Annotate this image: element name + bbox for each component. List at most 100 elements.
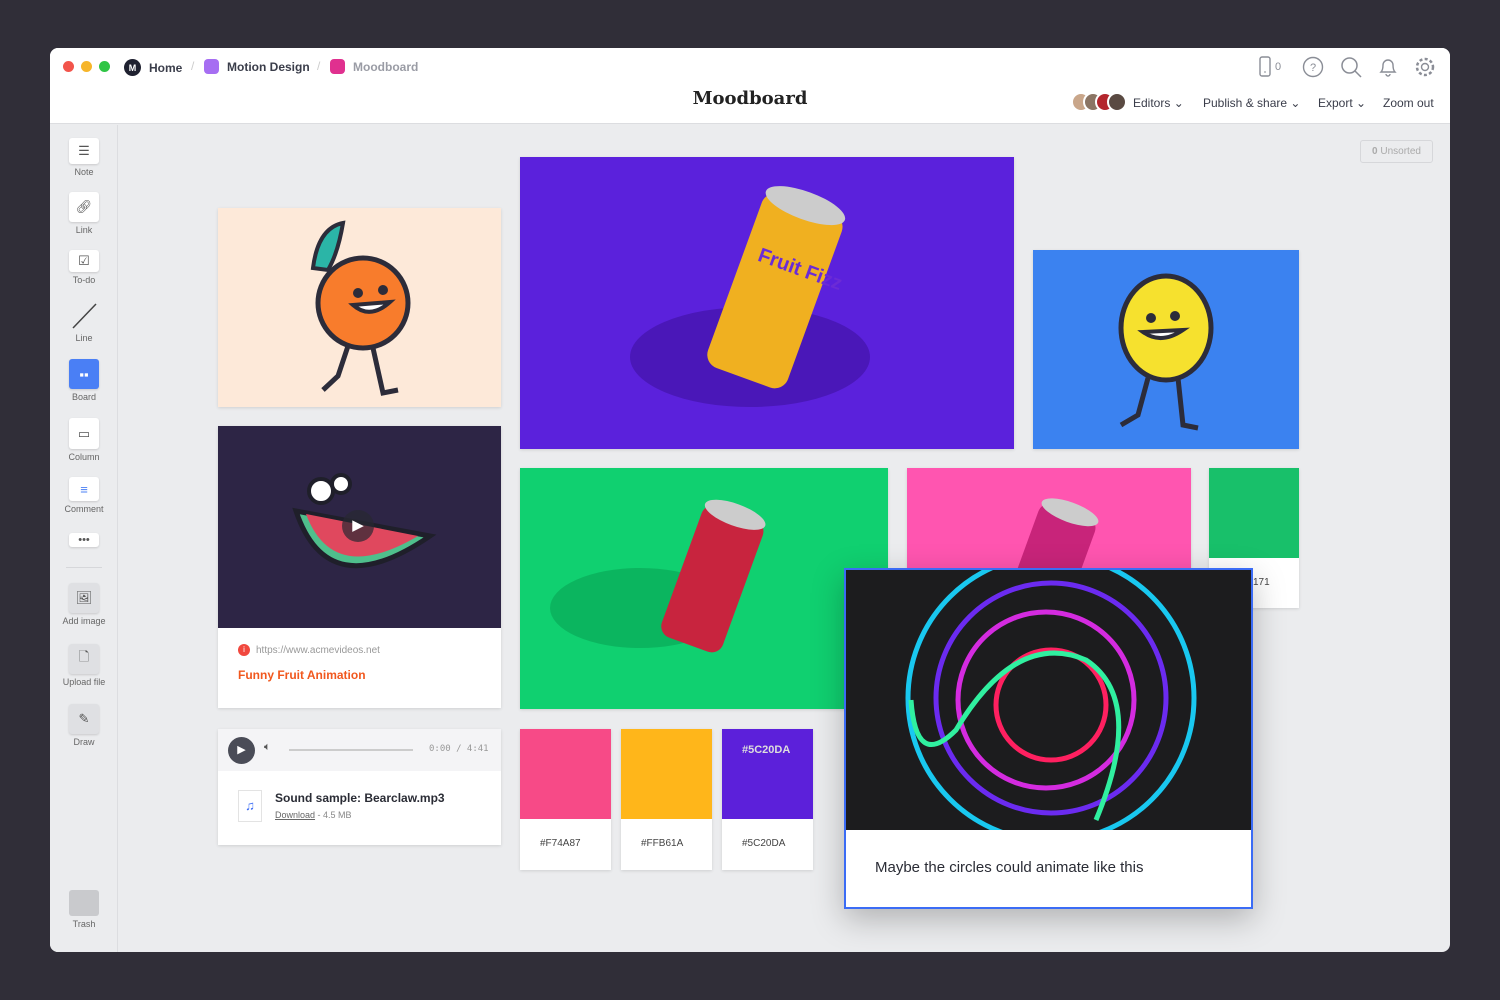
tool-label: Comment [64, 504, 104, 514]
minimize-window-button[interactable] [81, 61, 92, 72]
help-icon[interactable]: ? [1302, 56, 1324, 78]
volume-icon[interactable]: 🔈︎ [264, 741, 271, 754]
board-icon: ▪▪ [69, 359, 99, 389]
color-swatch-card[interactable]: #5C20DA #5C20DA [722, 729, 813, 870]
comment-icon: ≡ [69, 477, 99, 501]
svg-text:?: ? [1310, 62, 1316, 74]
sidebar-toolbar: ☰ Note 🔗︎ Link ☑ To-do Line ▪▪ Board ▭ Column… [50, 125, 118, 952]
tool-label: Board [71, 392, 97, 402]
app-window: M Home / Motion Design / Moodboard Moodbo… [50, 48, 1450, 952]
green-can-image[interactable] [520, 468, 888, 709]
fruit-fizz-can-yellow: Fruit Fizz [630, 186, 870, 407]
line-icon [50, 301, 118, 330]
tool-label: Note [74, 167, 94, 177]
breadcrumb-project-label: Motion Design [227, 59, 310, 74]
pencil-icon: ✎ [69, 704, 99, 734]
breadcrumb-motion-design[interactable]: Motion Design [204, 59, 310, 74]
link-icon: 🔗︎ [69, 192, 99, 222]
video-title[interactable]: Funny Fruit Animation [238, 668, 366, 682]
device-count-label: 0 [1275, 61, 1282, 73]
settings-gear-icon[interactable] [1414, 56, 1436, 78]
tool-link[interactable]: 🔗︎ Link [50, 192, 118, 235]
lemon-character-image[interactable] [1033, 250, 1299, 449]
play-video-button[interactable]: ▶ [342, 510, 374, 542]
divider [66, 567, 102, 568]
tool-add-image[interactable]: 🖼︎ Add image [50, 583, 118, 626]
more-tools-button[interactable]: ••• [50, 533, 118, 550]
close-window-button[interactable] [63, 61, 74, 72]
todo-icon: ☑ [69, 250, 99, 272]
tool-upload-file[interactable]: 🗋 Upload file [50, 644, 118, 687]
video-thumbnail[interactable]: ▶ [218, 426, 501, 628]
audio-player: ▶ 🔈︎ 0:00 / 4:41 [218, 729, 501, 771]
device-count[interactable]: 0 [1258, 56, 1288, 78]
audio-card: ▶ 🔈︎ 0:00 / 4:41 ♫ Sound sample: Bearcla… [218, 729, 501, 845]
image-icon: 🖼︎ [69, 583, 99, 613]
tool-draw[interactable]: ✎ Draw [50, 704, 118, 747]
unsorted-button[interactable]: 0 Unsorted [1360, 140, 1433, 163]
zoom-out-button[interactable]: Zoom out [1383, 96, 1434, 110]
video-url[interactable]: https://www.acmevideos.net [256, 645, 380, 656]
tool-label: Upload file [62, 677, 106, 687]
tool-board[interactable]: ▪▪ Board [50, 359, 118, 402]
tool-line[interactable]: Line [50, 301, 118, 343]
tool-label: Add image [62, 616, 106, 626]
selected-image-card[interactable]: Maybe the circles could animate like thi… [844, 568, 1253, 909]
file-size: - 4.5 MB [317, 810, 352, 820]
tool-label: Column [68, 452, 100, 462]
fruit-fizz-can-red [550, 499, 766, 653]
tool-note[interactable]: ☰ Note [50, 138, 118, 177]
publish-share-menu[interactable]: Publish & share ⌄ [1203, 96, 1300, 110]
chevron-down-icon: ⌄ [1290, 96, 1301, 110]
tool-label: Line [75, 333, 93, 343]
tool-comment[interactable]: ≡ Comment [50, 477, 118, 514]
maximize-window-button[interactable] [99, 61, 110, 72]
color-swatch-card[interactable]: #FFB61A [621, 729, 712, 870]
notifications-bell-icon[interactable] [1377, 56, 1399, 78]
site-favicon-icon: i [238, 644, 250, 656]
tool-column[interactable]: ▭ Column [50, 418, 118, 462]
play-audio-button[interactable]: ▶ [228, 737, 255, 764]
audio-file-name: Sound sample: Bearclaw.mp3 [275, 791, 445, 805]
video-link-card[interactable]: ▶ i https://www.acmevideos.net Funny Frui… [218, 426, 501, 708]
music-file-icon: ♫ [238, 790, 262, 822]
color-swatch-card[interactable]: #F74A87 [520, 729, 611, 870]
editors-avatars[interactable] [1071, 92, 1127, 112]
search-icon[interactable] [1340, 56, 1362, 78]
board-icon [330, 59, 345, 74]
publish-label: Publish & share [1203, 96, 1288, 110]
trash[interactable]: Trash [50, 890, 118, 929]
editors-label: Editors [1133, 96, 1171, 110]
purple-can-image[interactable]: Fruit Fizz [520, 157, 1014, 449]
breadcrumb-home[interactable]: M Home [124, 59, 182, 76]
neon-spiral-illustration [905, 570, 1197, 830]
color-hex-overlay: #5C20DA [722, 729, 813, 819]
phone-icon [1259, 56, 1271, 77]
home-logo-icon: M [124, 59, 141, 76]
breadcrumb-moodboard[interactable]: Moodboard [330, 59, 418, 74]
board-icon [204, 59, 219, 74]
header: M Home / Motion Design / Moodboard Moodbo… [50, 48, 1450, 124]
audio-progress-slider[interactable] [289, 749, 413, 751]
export-label: Export [1318, 96, 1353, 110]
unsorted-label: Unsorted [1380, 146, 1421, 157]
file-icon: 🗋 [69, 644, 99, 674]
fruit-fizz-can-pink [1011, 498, 1099, 578]
chevron-down-icon: ⌄ [1173, 96, 1184, 110]
pink-can-image[interactable] [907, 468, 1191, 578]
download-link[interactable]: Download [275, 810, 315, 820]
export-menu[interactable]: Export ⌄ [1318, 96, 1366, 110]
orange-character-image[interactable] [218, 208, 501, 407]
orange-illustration [310, 220, 411, 396]
breadcrumb-home-label: Home [149, 60, 183, 75]
tool-todo[interactable]: ☑ To-do [50, 250, 118, 285]
unsorted-count: 0 [1372, 146, 1378, 157]
editors-menu[interactable]: Editors ⌄ [1133, 96, 1184, 110]
color-swatch [1209, 468, 1299, 558]
tool-label: Link [75, 225, 93, 235]
neon-circles-image [846, 570, 1251, 830]
color-label: 171 [1253, 577, 1270, 588]
color-hex-label: #5C20DA [742, 838, 786, 849]
trash-icon [69, 890, 99, 916]
breadcrumb-current-label: Moodboard [353, 59, 419, 74]
